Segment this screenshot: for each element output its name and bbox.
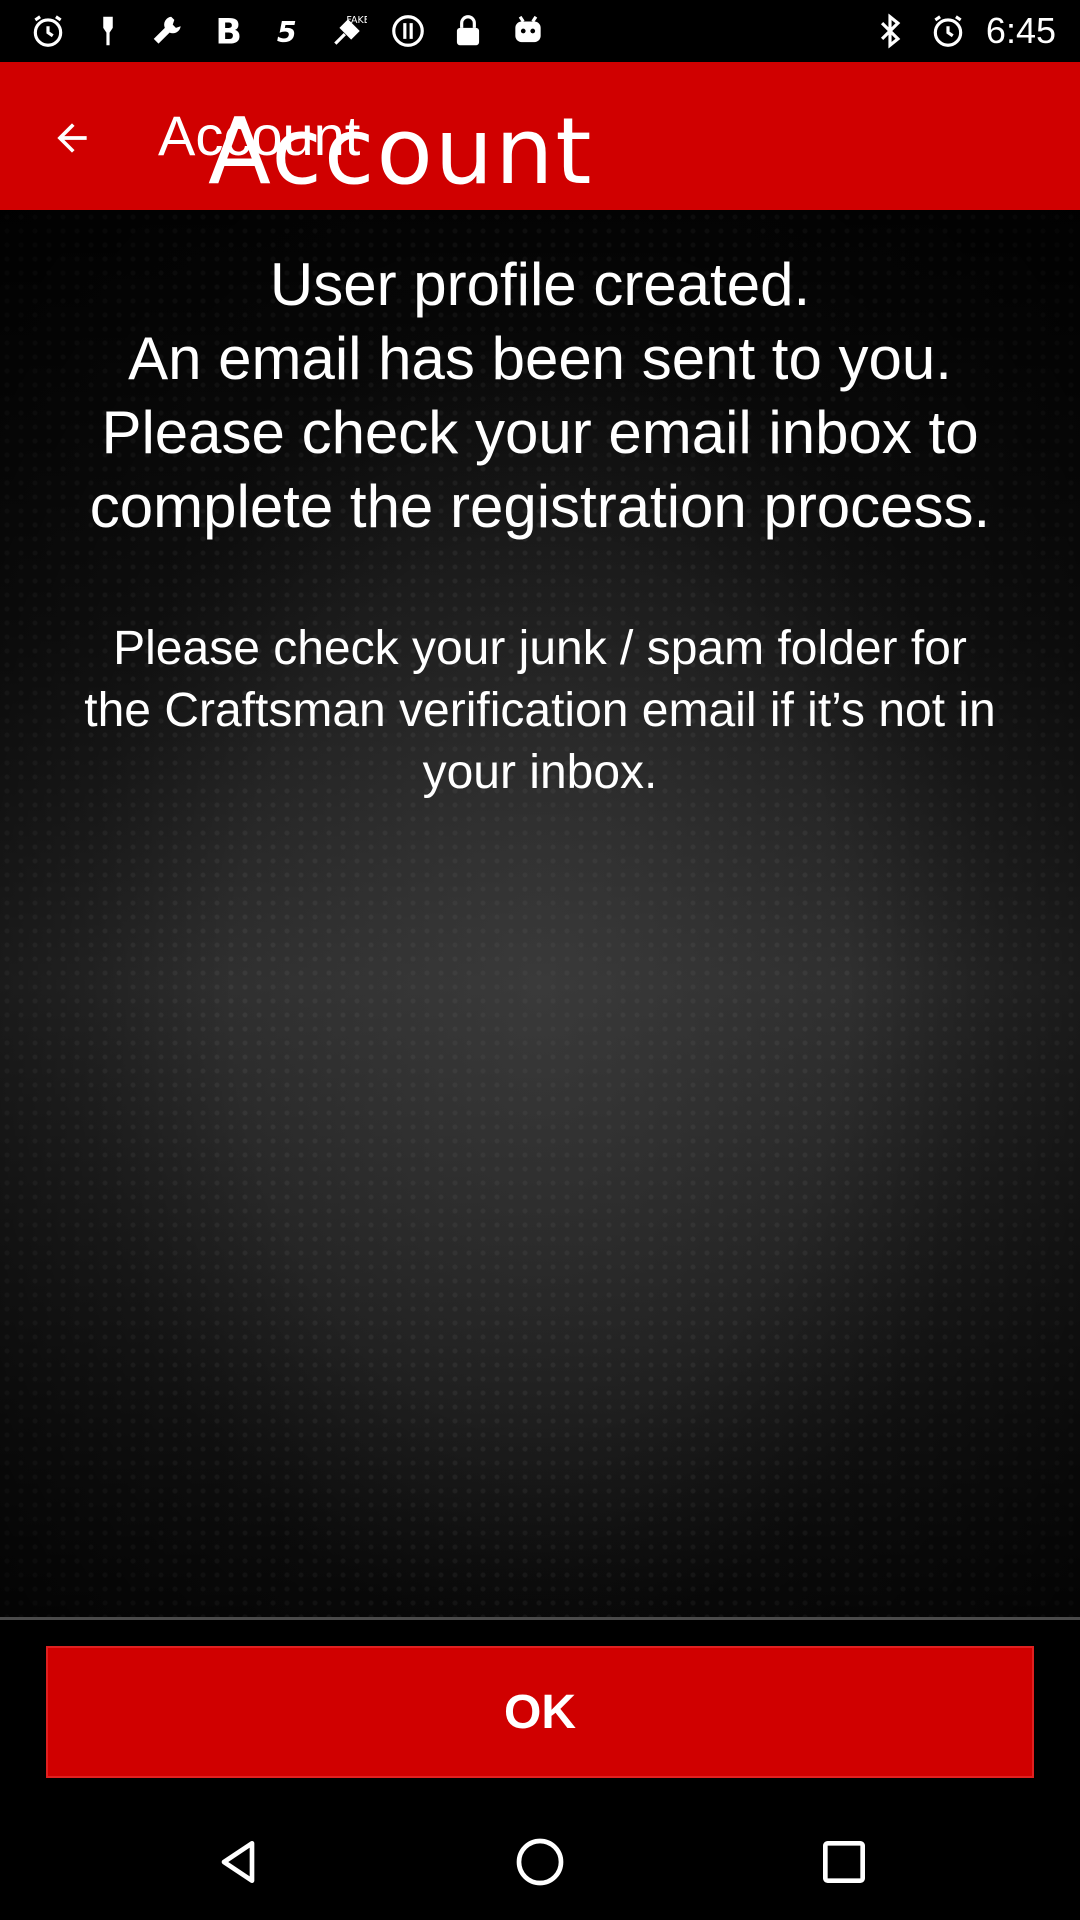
recents-square-icon	[823, 1841, 865, 1883]
app-bar: Account Account	[0, 62, 1080, 210]
status-bar: B 5 FAKE 6:45	[0, 0, 1080, 62]
bluetooth-icon	[870, 11, 910, 51]
back-button[interactable]	[36, 102, 108, 174]
notice-line: Please check your junk / spam folder for	[113, 622, 967, 675]
status-bar-system: 6:45	[870, 0, 1056, 62]
bold-b-icon: B	[208, 11, 248, 51]
arrow-back-icon	[57, 123, 87, 153]
confirmation-message: User profile created. An email has been …	[20, 248, 1060, 544]
fake-gps-icon: FAKE	[328, 11, 368, 51]
alarm-icon	[28, 11, 68, 51]
alarm-icon	[928, 11, 968, 51]
status-time: 6:45	[985, 10, 1056, 51]
notice-line: the Craftsman verification email if it’s…	[84, 684, 996, 737]
status-bar-notifications: B 5 FAKE	[28, 0, 548, 62]
divider	[0, 1617, 1080, 1620]
screen: B 5 FAKE 6:45	[0, 0, 1080, 1920]
five-icon: 5	[268, 11, 308, 51]
android-robot-icon	[508, 11, 548, 51]
content-area: User profile created. An email has been …	[0, 210, 1080, 1618]
svg-text:FAKE: FAKE	[346, 15, 367, 26]
svg-text:5: 5	[277, 16, 297, 49]
lock-icon	[448, 11, 488, 51]
app-bar-title-overlay: Account	[208, 98, 594, 205]
nav-recents-button[interactable]	[812, 1830, 876, 1894]
wrench-icon	[148, 11, 188, 51]
message-line: User profile created.	[269, 251, 811, 318]
nav-home-button[interactable]	[508, 1830, 572, 1894]
info-circle-icon	[388, 11, 428, 51]
home-circle-icon	[516, 1838, 564, 1886]
ink-pen-icon	[88, 11, 128, 51]
navigation-bar	[0, 1800, 1080, 1920]
notice-line: your inbox.	[422, 746, 658, 799]
message-line: Please check your email inbox to	[101, 399, 979, 466]
nav-back-button[interactable]	[206, 1830, 270, 1894]
message-line: complete the registration process.	[89, 473, 991, 540]
svg-text:B: B	[215, 13, 242, 50]
ok-button[interactable]: OK	[46, 1646, 1034, 1778]
back-triangle-icon	[221, 1841, 255, 1883]
message-line: An email has been sent to you.	[128, 325, 952, 392]
spam-folder-notice: Please check your junk / spam folder for…	[20, 618, 1060, 804]
